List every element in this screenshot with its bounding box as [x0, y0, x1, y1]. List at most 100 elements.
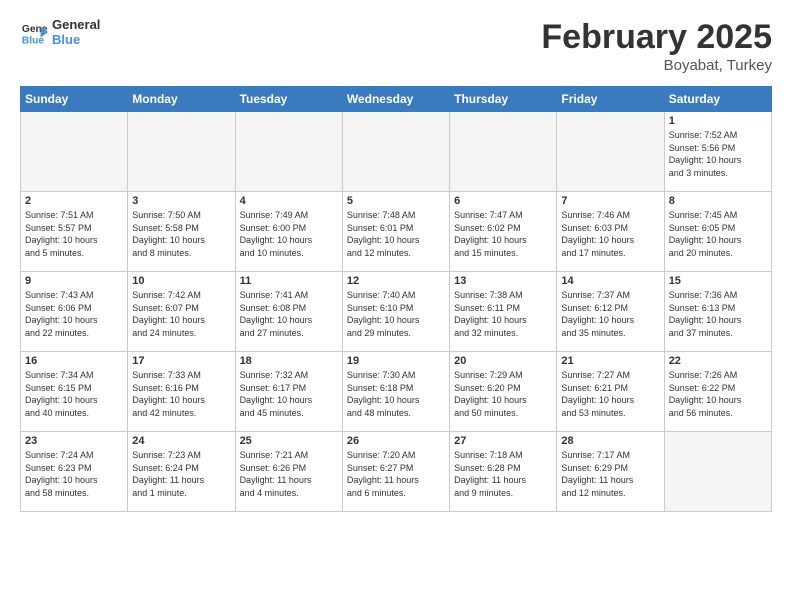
week-row-1: 1Sunrise: 7:52 AM Sunset: 5:56 PM Daylig…	[21, 112, 772, 192]
calendar-cell: 8Sunrise: 7:45 AM Sunset: 6:05 PM Daylig…	[664, 192, 771, 272]
calendar-cell: 4 Sunrise: 7:49 AM Sunset: 6:00 PM Daylig…	[235, 192, 342, 272]
day-number: 14	[561, 275, 659, 287]
day-info: Sunrise: 7:20 AM Sunset: 6:27 PM Dayligh…	[347, 449, 445, 499]
weekday-header-sunday: Sunday	[21, 87, 128, 112]
calendar-cell: 1Sunrise: 7:52 AM Sunset: 5:56 PM Daylig…	[664, 112, 771, 192]
day-number: 17	[132, 355, 230, 367]
calendar-cell: 9 Sunrise: 7:43 AM Sunset: 6:06 PM Daylig…	[21, 272, 128, 352]
week-row-4: 16 Sunrise: 7:34 AM Sunset: 6:15 PM Dayli…	[21, 352, 772, 432]
day-number: 23	[25, 435, 123, 447]
day-number: 26	[347, 435, 445, 447]
calendar-cell: 19Sunrise: 7:30 AM Sunset: 6:18 PM Dayli…	[342, 352, 449, 432]
day-info: Sunrise: 7:49 AM Sunset: 6:00 PM Dayligh…	[240, 209, 338, 259]
header: General Blue General Blue February 2025 …	[20, 18, 772, 74]
logo-general: General	[52, 18, 100, 33]
day-number: 25	[240, 435, 338, 447]
calendar-cell: 7 Sunrise: 7:46 AM Sunset: 6:03 PM Daylig…	[557, 192, 664, 272]
calendar-cell: 27 Sunrise: 7:18 AM Sunset: 6:28 PM Dayli…	[450, 432, 557, 512]
calendar-cell	[21, 112, 128, 192]
calendar-cell	[128, 112, 235, 192]
day-info: Sunrise: 7:50 AM Sunset: 5:58 PM Dayligh…	[132, 209, 230, 259]
day-info: Sunrise: 7:47 AM Sunset: 6:02 PM Dayligh…	[454, 209, 552, 259]
day-number: 18	[240, 355, 338, 367]
day-info: Sunrise: 7:23 AM Sunset: 6:24 PM Dayligh…	[132, 449, 230, 499]
page-container: General Blue General Blue February 2025 …	[0, 0, 792, 522]
day-info: Sunrise: 7:32 AM Sunset: 6:17 PM Dayligh…	[240, 369, 338, 419]
day-number: 16	[25, 355, 123, 367]
day-number: 3	[132, 195, 230, 207]
day-info: Sunrise: 7:36 AM Sunset: 6:13 PM Dayligh…	[669, 289, 767, 339]
calendar-cell: 26 Sunrise: 7:20 AM Sunset: 6:27 PM Dayli…	[342, 432, 449, 512]
location: Boyabat, Turkey	[541, 57, 772, 74]
day-number: 7	[561, 195, 659, 207]
calendar-cell: 2 Sunrise: 7:51 AM Sunset: 5:57 PM Daylig…	[21, 192, 128, 272]
calendar-cell: 22 Sunrise: 7:26 AM Sunset: 6:22 PM Dayli…	[664, 352, 771, 432]
day-info: Sunrise: 7:46 AM Sunset: 6:03 PM Dayligh…	[561, 209, 659, 259]
calendar-cell: 16 Sunrise: 7:34 AM Sunset: 6:15 PM Dayli…	[21, 352, 128, 432]
week-row-5: 23Sunrise: 7:24 AM Sunset: 6:23 PM Dayli…	[21, 432, 772, 512]
calendar-cell: 14 Sunrise: 7:37 AM Sunset: 6:12 PM Dayli…	[557, 272, 664, 352]
logo-blue: Blue	[52, 33, 100, 48]
calendar-cell	[557, 112, 664, 192]
day-info: Sunrise: 7:37 AM Sunset: 6:12 PM Dayligh…	[561, 289, 659, 339]
day-info: Sunrise: 7:26 AM Sunset: 6:22 PM Dayligh…	[669, 369, 767, 419]
calendar-cell: 25 Sunrise: 7:21 AM Sunset: 6:26 PM Dayli…	[235, 432, 342, 512]
weekday-header-monday: Monday	[128, 87, 235, 112]
day-info: Sunrise: 7:42 AM Sunset: 6:07 PM Dayligh…	[132, 289, 230, 339]
day-number: 11	[240, 275, 338, 287]
calendar-cell: 10 Sunrise: 7:42 AM Sunset: 6:07 PM Dayli…	[128, 272, 235, 352]
day-info: Sunrise: 7:48 AM Sunset: 6:01 PM Dayligh…	[347, 209, 445, 259]
weekday-header-thursday: Thursday	[450, 87, 557, 112]
day-number: 13	[454, 275, 552, 287]
day-info: Sunrise: 7:41 AM Sunset: 6:08 PM Dayligh…	[240, 289, 338, 339]
day-info: Sunrise: 7:17 AM Sunset: 6:29 PM Dayligh…	[561, 449, 659, 499]
calendar-cell	[235, 112, 342, 192]
day-info: Sunrise: 7:38 AM Sunset: 6:11 PM Dayligh…	[454, 289, 552, 339]
calendar-cell: 6 Sunrise: 7:47 AM Sunset: 6:02 PM Daylig…	[450, 192, 557, 272]
weekday-header-saturday: Saturday	[664, 87, 771, 112]
calendar-cell: 17 Sunrise: 7:33 AM Sunset: 6:16 PM Dayli…	[128, 352, 235, 432]
day-number: 2	[25, 195, 123, 207]
day-number: 6	[454, 195, 552, 207]
calendar-cell: 23Sunrise: 7:24 AM Sunset: 6:23 PM Dayli…	[21, 432, 128, 512]
day-info: Sunrise: 7:43 AM Sunset: 6:06 PM Dayligh…	[25, 289, 123, 339]
calendar-cell: 12Sunrise: 7:40 AM Sunset: 6:10 PM Dayli…	[342, 272, 449, 352]
calendar-cell: 20 Sunrise: 7:29 AM Sunset: 6:20 PM Dayli…	[450, 352, 557, 432]
day-info: Sunrise: 7:33 AM Sunset: 6:16 PM Dayligh…	[132, 369, 230, 419]
day-info: Sunrise: 7:27 AM Sunset: 6:21 PM Dayligh…	[561, 369, 659, 419]
day-info: Sunrise: 7:40 AM Sunset: 6:10 PM Dayligh…	[347, 289, 445, 339]
weekday-header-wednesday: Wednesday	[342, 87, 449, 112]
day-info: Sunrise: 7:18 AM Sunset: 6:28 PM Dayligh…	[454, 449, 552, 499]
logo-icon: General Blue	[20, 19, 48, 47]
week-row-2: 2 Sunrise: 7:51 AM Sunset: 5:57 PM Daylig…	[21, 192, 772, 272]
day-number: 22	[669, 355, 767, 367]
calendar-cell: 15 Sunrise: 7:36 AM Sunset: 6:13 PM Dayli…	[664, 272, 771, 352]
calendar-cell: 5 Sunrise: 7:48 AM Sunset: 6:01 PM Daylig…	[342, 192, 449, 272]
weekday-header-tuesday: Tuesday	[235, 87, 342, 112]
day-number: 4	[240, 195, 338, 207]
day-info: Sunrise: 7:52 AM Sunset: 5:56 PM Dayligh…	[669, 129, 767, 179]
week-row-3: 9 Sunrise: 7:43 AM Sunset: 6:06 PM Daylig…	[21, 272, 772, 352]
calendar-cell	[450, 112, 557, 192]
day-info: Sunrise: 7:21 AM Sunset: 6:26 PM Dayligh…	[240, 449, 338, 499]
day-info: Sunrise: 7:29 AM Sunset: 6:20 PM Dayligh…	[454, 369, 552, 419]
day-info: Sunrise: 7:30 AM Sunset: 6:18 PM Dayligh…	[347, 369, 445, 419]
calendar-cell	[664, 432, 771, 512]
calendar-cell: 13 Sunrise: 7:38 AM Sunset: 6:11 PM Dayli…	[450, 272, 557, 352]
logo: General Blue General Blue	[20, 18, 100, 48]
day-number: 9	[25, 275, 123, 287]
day-number: 5	[347, 195, 445, 207]
day-number: 24	[132, 435, 230, 447]
day-info: Sunrise: 7:34 AM Sunset: 6:15 PM Dayligh…	[25, 369, 123, 419]
day-number: 10	[132, 275, 230, 287]
day-number: 20	[454, 355, 552, 367]
day-number: 8	[669, 195, 767, 207]
day-number: 27	[454, 435, 552, 447]
calendar-cell: 28Sunrise: 7:17 AM Sunset: 6:29 PM Dayli…	[557, 432, 664, 512]
day-info: Sunrise: 7:51 AM Sunset: 5:57 PM Dayligh…	[25, 209, 123, 259]
calendar-cell: 24 Sunrise: 7:23 AM Sunset: 6:24 PM Dayli…	[128, 432, 235, 512]
weekday-header-row: SundayMondayTuesdayWednesdayThursdayFrid…	[21, 87, 772, 112]
day-number: 21	[561, 355, 659, 367]
day-number: 15	[669, 275, 767, 287]
weekday-header-friday: Friday	[557, 87, 664, 112]
